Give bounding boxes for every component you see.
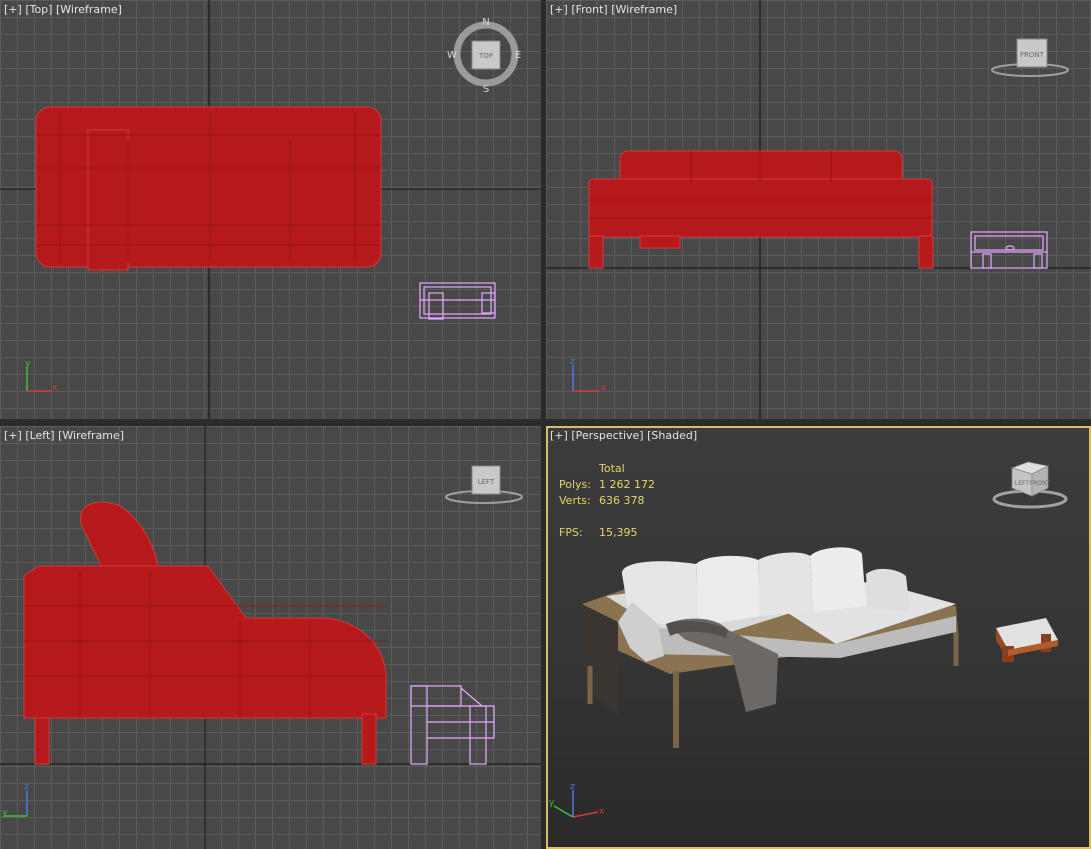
viewport-menu-plus[interactable]: [+] xyxy=(550,3,568,16)
viewport-shading-menu[interactable]: [Shaded] xyxy=(647,429,697,442)
viewport-view-menu[interactable]: [Perspective] xyxy=(571,429,643,442)
sofa-shaded-model[interactable] xyxy=(582,547,959,748)
viewport-view-menu[interactable]: [Left] xyxy=(25,429,54,442)
sofa-wireframe-selected[interactable] xyxy=(35,106,382,271)
viewport-label-front: [+] [Front] [Wireframe] xyxy=(550,3,677,16)
viewport-view-menu[interactable]: [Top] xyxy=(25,3,52,16)
viewport-top[interactable]: TOP N S E W y x [+] [Top] [Wireframe] xyxy=(0,0,541,419)
top-view-scene xyxy=(0,0,541,419)
viewport-view-menu[interactable]: [Front] xyxy=(571,3,607,16)
left-view-scene xyxy=(0,426,541,849)
viewport-label-top: [+] [Top] [Wireframe] xyxy=(4,3,122,16)
viewport-label-left: [+] [Left] [Wireframe] xyxy=(4,429,124,442)
sofa-wireframe-selected[interactable] xyxy=(588,150,934,269)
stats-verts-value: 636 378 xyxy=(599,494,645,507)
viewport-shading-menu[interactable]: [Wireframe] xyxy=(56,3,122,16)
chair-shaded-model[interactable] xyxy=(996,618,1058,662)
viewport-perspective[interactable]: LEFT FRONT z x y [+] [Perspective] [Shad… xyxy=(546,426,1091,849)
stats-polys-value: 1 262 172 xyxy=(599,478,655,491)
viewport-menu-plus[interactable]: [+] xyxy=(4,429,22,442)
stats-fps-label: FPS: xyxy=(559,526,583,539)
stats-fps-value: 15,395 xyxy=(599,526,638,539)
viewport-layout: TOP N S E W y x [+] [Top] [Wireframe] FR… xyxy=(0,0,1091,849)
viewport-shading-menu[interactable]: [Wireframe] xyxy=(611,3,677,16)
chair-wireframe[interactable] xyxy=(970,231,1048,269)
viewport-label-perspective: [+] [Perspective] [Shaded] xyxy=(550,429,697,442)
chair-wireframe[interactable] xyxy=(419,282,496,320)
viewport-menu-plus[interactable]: [+] xyxy=(550,429,568,442)
viewport-front[interactable]: FRONT z x [+] [Front] [Wireframe] xyxy=(546,0,1091,419)
stats-header: Total xyxy=(599,462,625,475)
viewport-shading-menu[interactable]: [Wireframe] xyxy=(58,429,124,442)
stats-verts-label: Verts: xyxy=(559,494,591,507)
chair-wireframe[interactable] xyxy=(410,685,495,765)
stats-polys-label: Polys: xyxy=(559,478,591,491)
viewport-left[interactable]: LEFT z y [+] [Left] [Wireframe] xyxy=(0,426,541,849)
scene-statistics-overlay: Total Polys: 1 262 172 Verts: 636 378 FPS:… xyxy=(559,461,655,541)
front-view-scene xyxy=(546,0,1091,419)
viewport-menu-plus[interactable]: [+] xyxy=(4,3,22,16)
